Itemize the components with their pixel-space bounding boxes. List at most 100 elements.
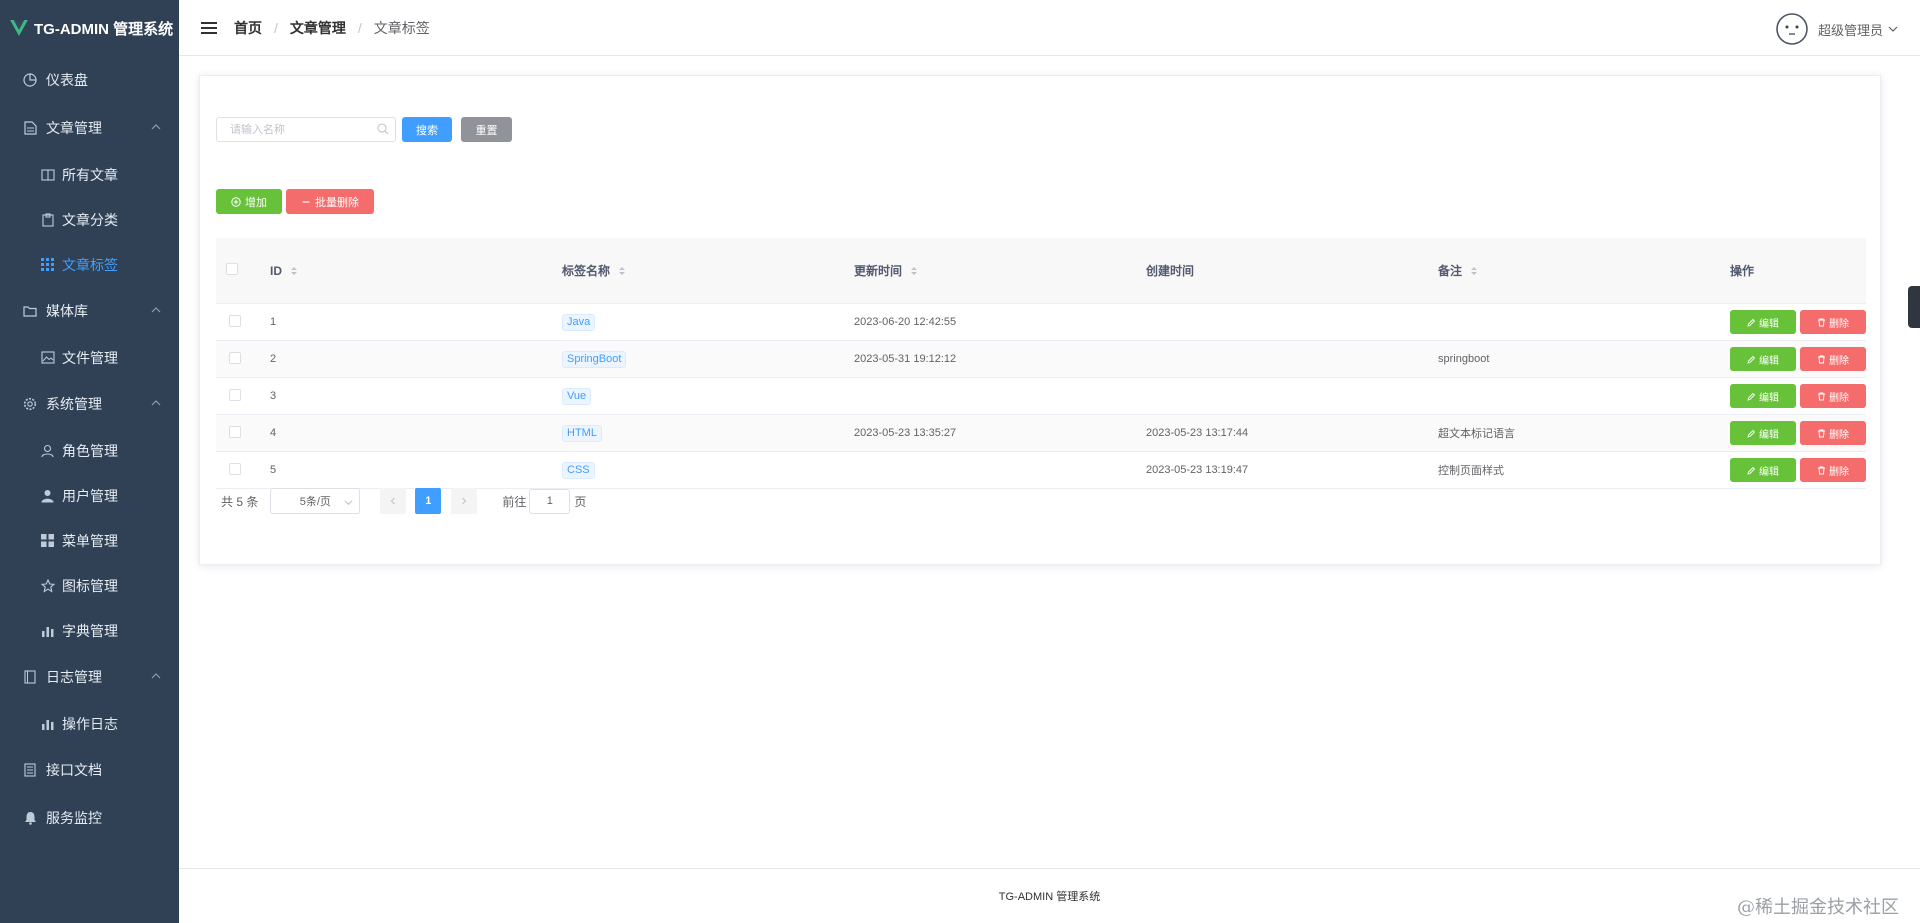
sidebar-item-api-docs[interactable]: 接口文档 [0,746,179,794]
edit-button[interactable]: 编辑 [1730,347,1796,371]
tag-name-badge: HTML [562,424,602,442]
trash-icon [1818,466,1825,474]
batch-delete-button[interactable]: 批量删除 [286,189,374,214]
row-checkbox[interactable] [229,462,241,475]
notebook-icon [22,669,38,685]
row-checkbox[interactable] [229,351,241,364]
chevron-down-icon [344,500,353,506]
select-all-checkbox[interactable] [226,263,238,275]
sort-caret-icon[interactable] [290,265,298,277]
delete-button[interactable]: 删除 [1800,458,1866,482]
sidebar-item-menu-management[interactable]: 菜单管理 [0,518,179,563]
edit-button[interactable]: 编辑 [1730,384,1796,408]
add-button[interactable]: 增加 [216,189,282,214]
pagination-total: 共 5 条 [221,494,259,509]
cell-id: 2 [270,353,277,365]
breadcrumb-current: 文章标签 [373,19,430,36]
footer: TG-ADMIN 管理系统 [179,868,1920,923]
table-row: 4 HTML 2023-05-23 13:35:27 2023-05-23 13… [216,415,1866,452]
breadcrumb: 首页 / 文章管理 / 文章标签 [234,18,430,38]
tag-list-card: 搜索 重置 增加 批量删除 ID 标签名称 [199,75,1881,565]
row-checkbox[interactable] [229,425,241,438]
column-header-note[interactable]: 备注 [1438,262,1730,279]
chevron-left-icon [391,497,396,505]
document-icon [22,120,38,136]
sidebar-item-dictionary-management[interactable]: 字典管理 [0,608,179,653]
table-row: 3 Vue 编辑 删除 [216,378,1866,415]
column-header-created: 创建时间 [1146,264,1195,278]
table-row: 5 CSS 2023-05-23 13:19:47 控制页面样式 编辑 删除 [216,452,1866,489]
sidebar-item-article-tags[interactable]: 文章标签 [0,242,179,287]
tag-name-badge: Vue [562,387,592,405]
trash-icon [1818,355,1825,363]
grid-icon [40,257,55,272]
sidebar-item-article-management[interactable]: 文章管理 [0,104,179,152]
edit-button[interactable]: 编辑 [1730,310,1796,334]
table-row: 1 Java 2023-06-20 12:42:55 编辑 删除 [216,304,1866,341]
page-size-select[interactable]: 5条/页 [270,488,361,514]
cell-updated: 2023-05-31 19:12:12 [854,353,957,365]
edit-button[interactable]: 编辑 [1730,458,1796,482]
sidebar-item-all-articles[interactable]: 所有文章 [0,152,179,197]
sidebar-item-role-management[interactable]: 角色管理 [0,428,179,473]
sidebar: TG-ADMIN 管理系统 仪表盘 文章管理 所有文章 文章分类 文章标签 媒体… [0,0,179,923]
avatar[interactable] [1776,13,1808,45]
breadcrumb-home[interactable]: 首页 [234,18,262,38]
sort-caret-icon[interactable] [1470,265,1478,277]
dashboard-icon [22,72,38,88]
star-icon [40,578,55,593]
sidebar-item-log-management[interactable]: 日志管理 [0,653,179,701]
cell-id: 3 [270,390,277,402]
delete-button[interactable]: 删除 [1800,384,1866,408]
sort-caret-icon[interactable] [618,265,626,277]
cell-note: springboot [1438,353,1490,365]
app-logo[interactable]: TG-ADMIN 管理系统 [0,0,179,56]
delete-button[interactable]: 删除 [1800,347,1866,371]
column-header-tag-name[interactable]: 标签名称 [562,262,854,279]
trash-icon [1818,392,1825,400]
column-header-id[interactable]: ID [270,264,562,278]
side-drawer-handle[interactable] [1908,286,1920,328]
next-page-button[interactable] [451,488,478,514]
row-checkbox[interactable] [229,314,241,327]
breadcrumb-separator: / [274,19,278,36]
column-header-updated[interactable]: 更新时间 [854,262,1146,279]
sidebar-item-dashboard[interactable]: 仪表盘 [0,56,179,104]
search-button[interactable]: 搜索 [402,117,452,142]
footer-text: TG-ADMIN 管理系统 [998,891,1101,903]
delete-button[interactable]: 删除 [1800,421,1866,445]
sidebar-item-system-management[interactable]: 系统管理 [0,380,179,428]
trash-icon [1818,429,1825,437]
chevron-up-icon [151,673,161,679]
app-title: TG-ADMIN 管理系统 [34,20,174,38]
sidebar-item-icon-management[interactable]: 图标管理 [0,563,179,608]
hamburger-icon[interactable] [201,21,217,35]
table-header: ID 标签名称 更新时间 创建时间 备注 操作 [216,238,1866,304]
sidebar-item-file-management[interactable]: 文件管理 [0,335,179,380]
sidebar-item-operation-log[interactable]: 操作日志 [0,701,179,746]
sidebar-item-media-library[interactable]: 媒体库 [0,287,179,335]
breadcrumb-article-management[interactable]: 文章管理 [290,18,346,38]
row-checkbox[interactable] [229,388,241,401]
reset-button[interactable]: 重置 [461,117,512,142]
edit-icon [1747,429,1756,438]
cell-note: 控制页面样式 [1438,465,1504,477]
user-outline-icon [40,443,55,458]
sort-caret-icon[interactable] [910,265,918,277]
sidebar-item-user-management[interactable]: 用户管理 [0,473,179,518]
bar-chart-icon [40,716,55,731]
prev-page-button[interactable] [380,488,407,514]
picture-icon [40,350,55,365]
bar-chart-icon [40,623,55,638]
edit-button[interactable]: 编辑 [1730,421,1796,445]
sidebar-item-service-monitor[interactable]: 服务监控 [0,794,179,842]
page-number-button[interactable]: 1 [415,488,442,514]
sidebar-item-article-categories[interactable]: 文章分类 [0,197,179,242]
goto-page-input[interactable] [529,488,571,514]
tag-name-badge: CSS [562,461,595,479]
delete-button[interactable]: 删除 [1800,310,1866,334]
search-input[interactable] [216,117,396,142]
cell-created: 2023-05-23 13:17:44 [1146,427,1249,439]
search-bar: 搜索 重置 [216,117,512,142]
user-menu[interactable]: 超级管理员 [1776,13,1898,45]
